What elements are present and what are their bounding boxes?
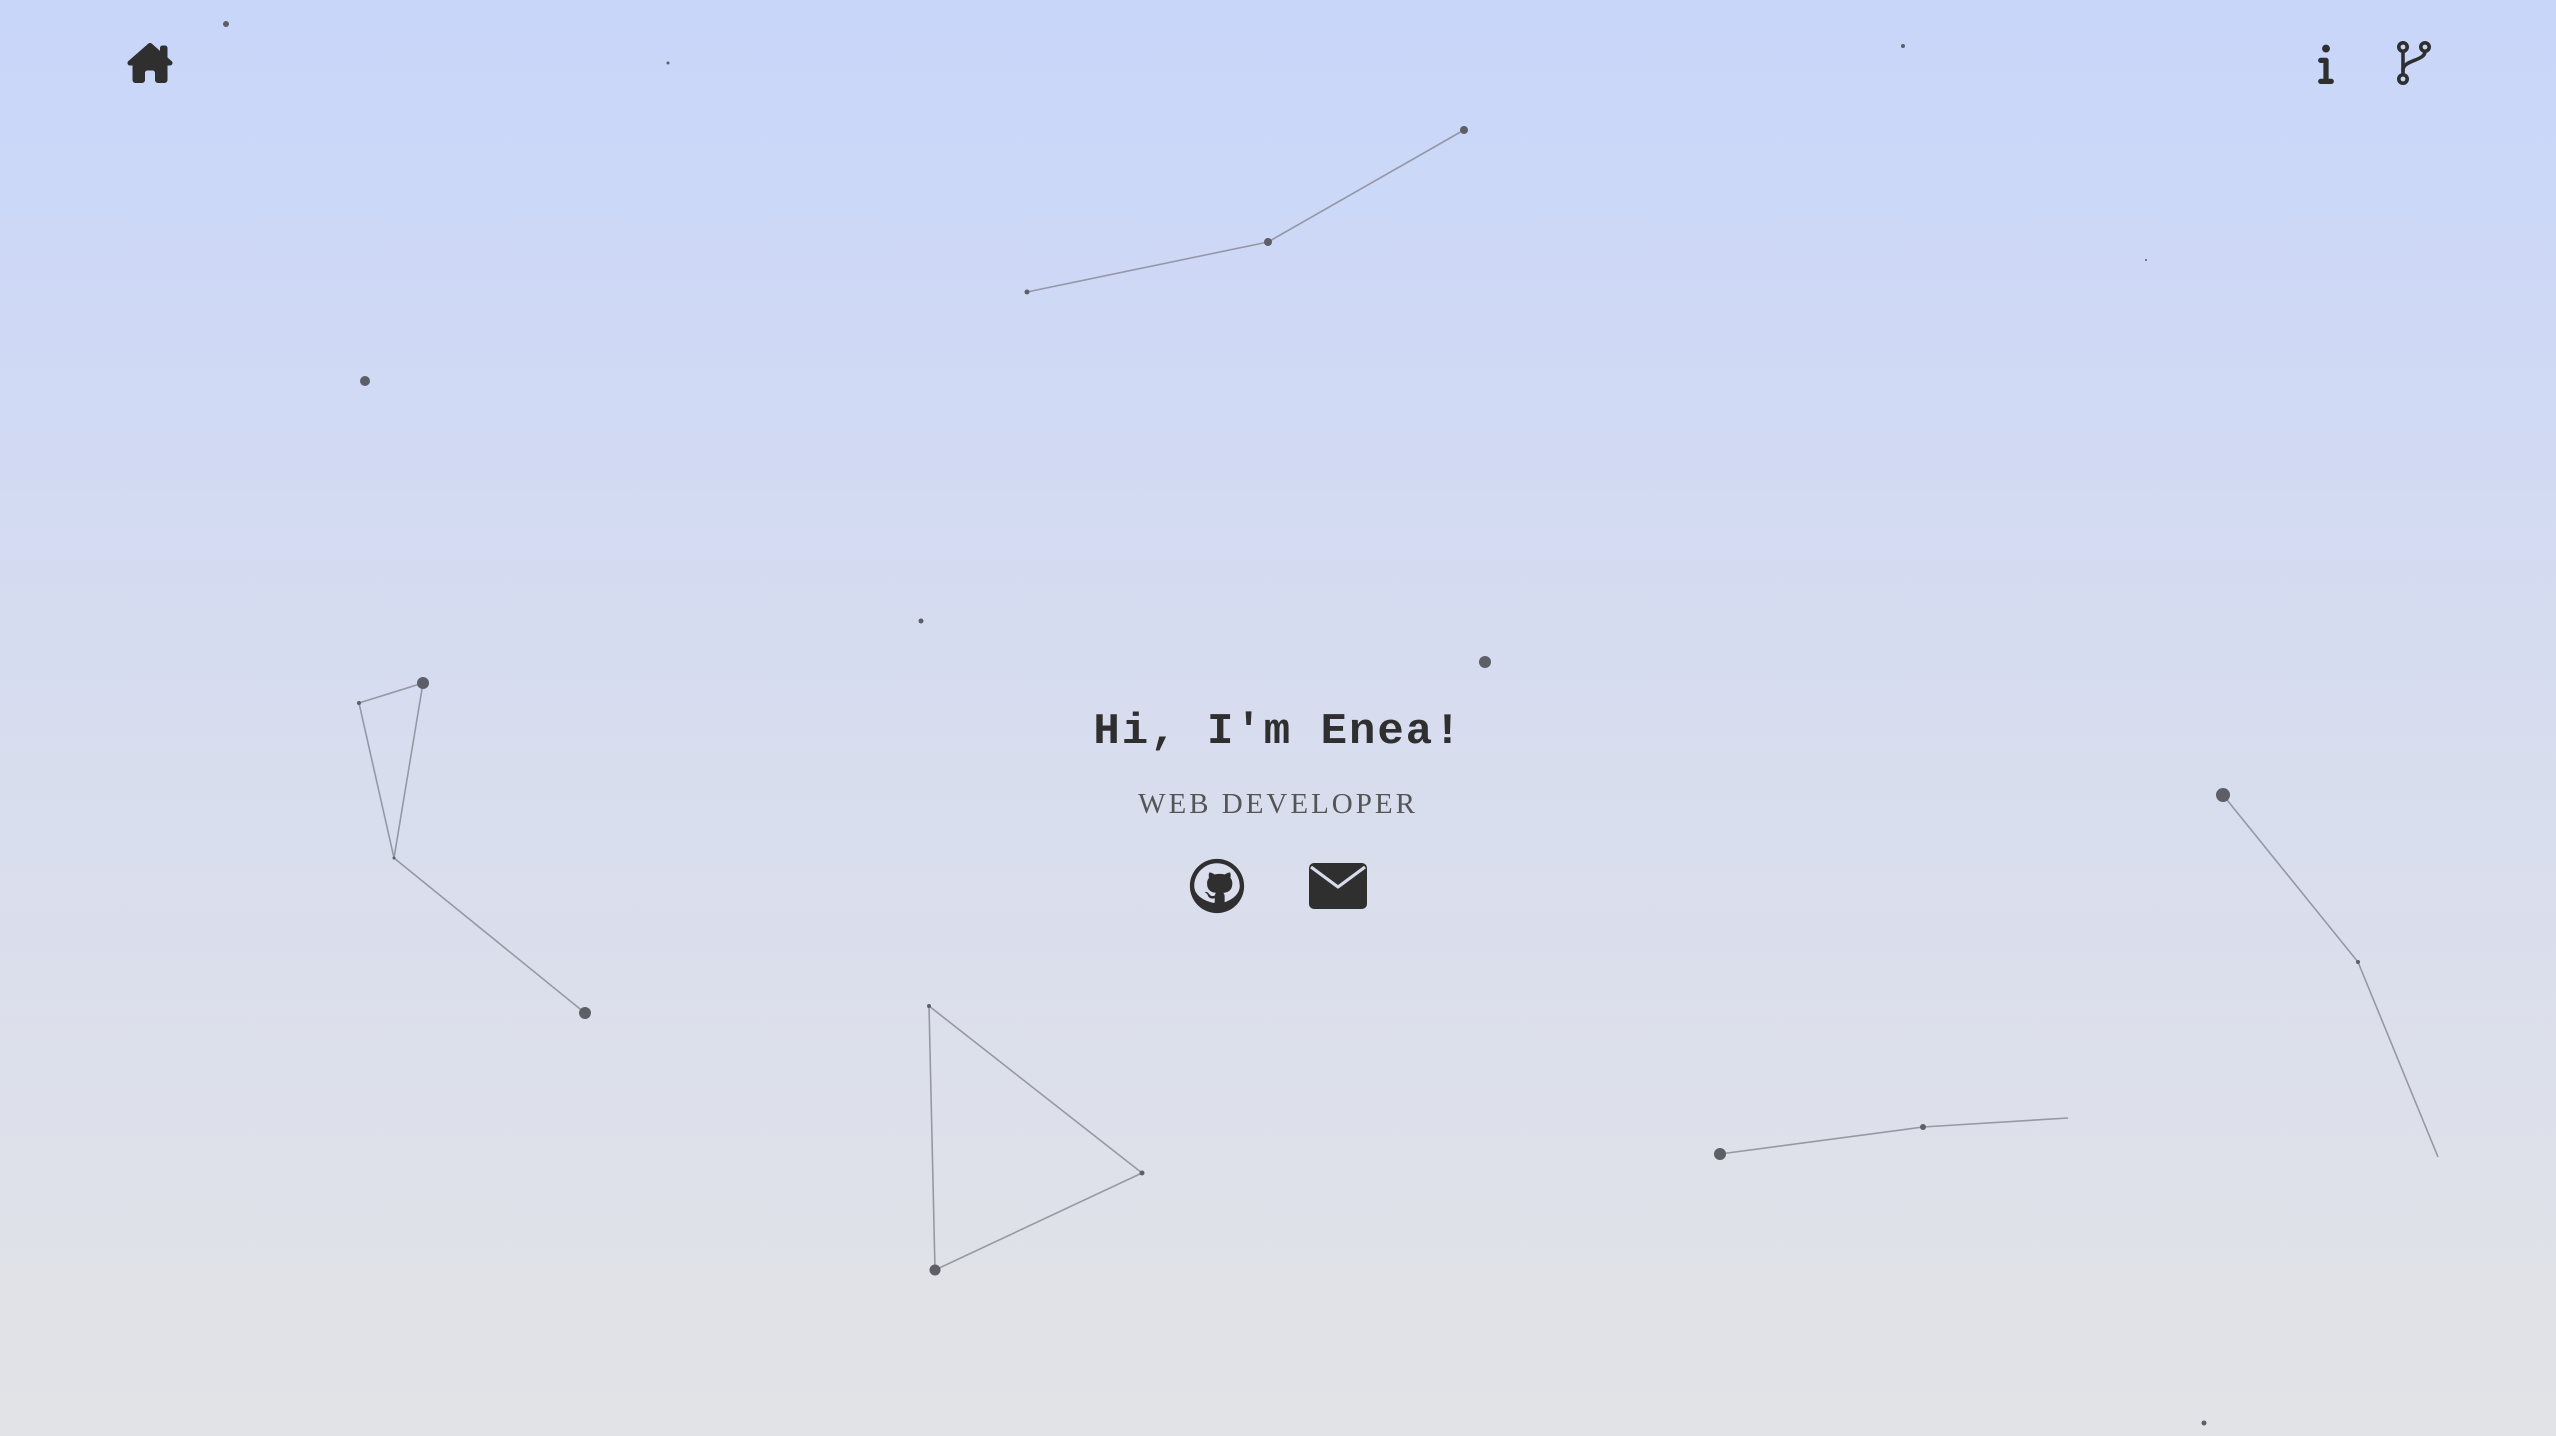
github-icon <box>1189 858 1245 919</box>
particle <box>666 61 670 65</box>
particle-link <box>928 1005 936 1271</box>
particle <box>1479 656 1491 668</box>
particle <box>2356 960 2360 964</box>
particle <box>1024 289 1030 295</box>
hero-subtitle: WEB DEVELOPER <box>1138 788 1418 820</box>
particle-link <box>1922 1117 2069 1128</box>
envelope-icon <box>1309 862 1367 914</box>
particle <box>918 618 924 624</box>
particle-link <box>2357 961 2439 1158</box>
info-button[interactable] <box>2306 36 2346 90</box>
particle-link <box>1267 129 1465 243</box>
hero-title: Hi, I'm Enea! <box>1093 707 1463 757</box>
particle <box>1264 238 1272 246</box>
particle <box>927 1004 931 1008</box>
particle <box>1714 1148 1726 1160</box>
particle <box>360 376 370 386</box>
particle <box>417 677 429 689</box>
particle-link <box>934 1172 1143 1271</box>
particle <box>1139 1170 1145 1176</box>
info-icon <box>2316 42 2336 84</box>
particle <box>2201 1420 2207 1426</box>
home-button[interactable] <box>118 36 182 90</box>
code-branch-icon <box>2396 41 2432 85</box>
particle <box>223 21 229 27</box>
particle <box>1901 44 1905 48</box>
email-link[interactable] <box>1307 858 1369 918</box>
github-link[interactable] <box>1187 858 1247 918</box>
social-links <box>0 858 2556 918</box>
particle-link <box>1719 1126 1924 1155</box>
particle <box>1460 126 1468 134</box>
particle-link <box>928 1005 1143 1174</box>
home-icon <box>126 43 174 83</box>
particle <box>1920 1124 1926 1130</box>
particle <box>2145 259 2147 261</box>
particle <box>929 1264 941 1276</box>
code-branch-button[interactable] <box>2388 34 2440 92</box>
particle <box>579 1007 591 1019</box>
particle-link <box>1026 241 1269 293</box>
hero-section: Hi, I'm Enea! WEB DEVELOPER <box>0 700 2556 918</box>
